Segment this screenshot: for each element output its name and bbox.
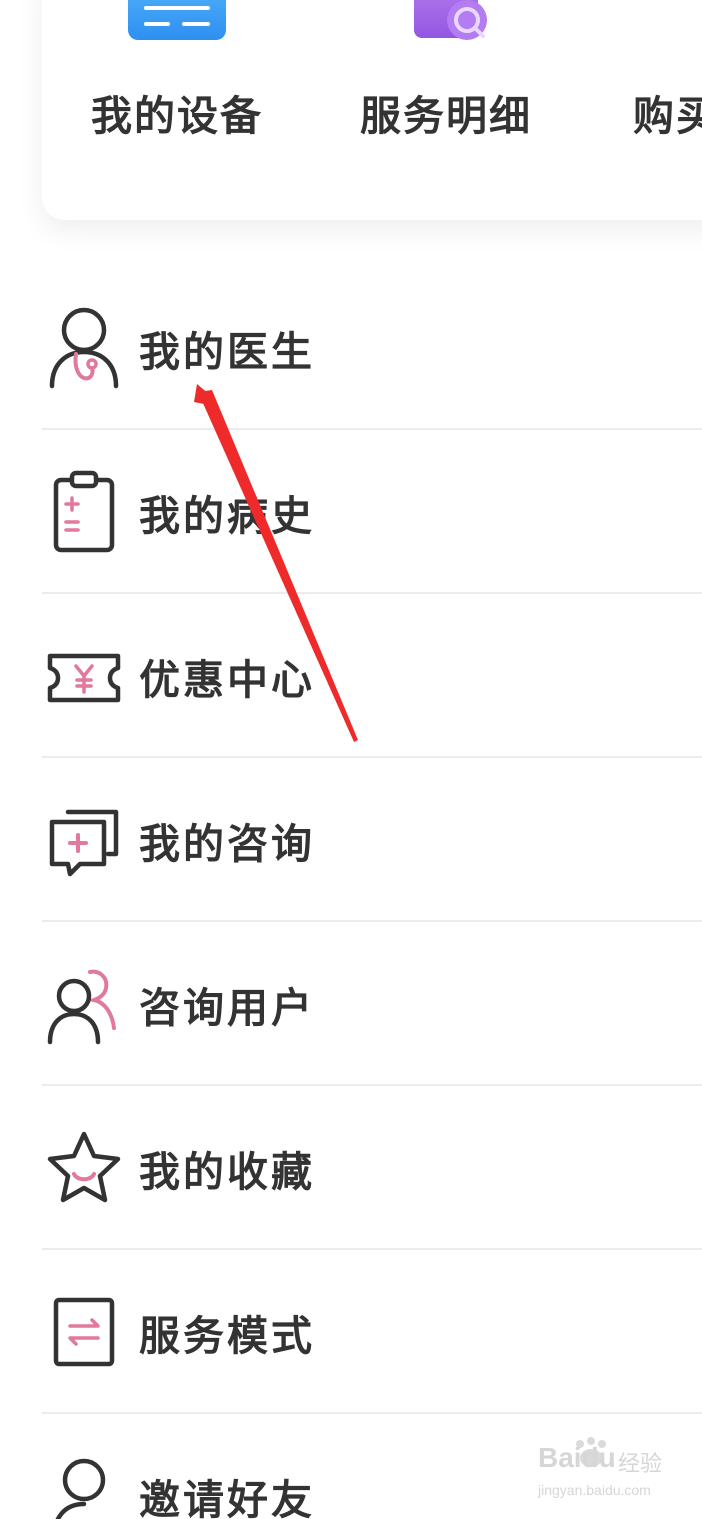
watermark-cn: 经验 <box>618 1452 663 1477</box>
watermark-url: jingyan.baidu.com <box>538 1482 651 1498</box>
menu-item-label: 我的收藏 <box>139 1148 315 1196</box>
alert-icon <box>660 0 702 54</box>
switch-mode-icon <box>53 1297 115 1367</box>
star-icon <box>47 1131 121 1203</box>
shortcut-label: 购买 <box>633 92 702 140</box>
menu-item-label: 我的病史 <box>139 492 315 540</box>
menu-item-label: 咨询用户 <box>139 984 315 1032</box>
document-search-icon <box>414 0 487 40</box>
invite-user-icon <box>55 1458 106 1519</box>
watermark-brand: Baidu <box>538 1442 616 1473</box>
menu-item-consult-users[interactable]: 咨询用户 <box>42 922 702 1086</box>
menu-item-label: 我的医生 <box>139 328 315 376</box>
shortcut-label: 服务明细 <box>360 92 532 140</box>
device-monitor-icon <box>128 0 226 40</box>
menu-item-medical-history[interactable]: 我的病史 <box>42 430 702 594</box>
menu-item-label: 我的咨询 <box>139 820 315 868</box>
menu-item-my-doctor[interactable]: 我的医生 <box>42 266 702 430</box>
shortcut-card: 我的设备 服务明细 购买 <box>42 0 702 220</box>
my-profile-page: 我的设备 服务明细 购买 我的医生 我的病史 优惠中心 我的咨询 咨询用户 我的… <box>0 0 702 1519</box>
shortcut-my-device[interactable]: 我的设备 <box>67 0 287 190</box>
clipboard-icon <box>53 470 115 553</box>
menu-item-label: 邀请好友 <box>139 1476 315 1519</box>
baidu-jingyan-watermark: Baidu 经验 jingyan.baidu.com <box>538 1437 668 1506</box>
doctor-icon <box>49 307 119 389</box>
consult-chat-icon <box>49 809 119 877</box>
menu-list: 我的医生 我的病史 优惠中心 我的咨询 咨询用户 我的收藏 服务模式 邀请好友 <box>42 266 702 1519</box>
shortcut-purchase[interactable]: 购买 <box>605 0 702 190</box>
shortcut-service-detail[interactable]: 服务明细 <box>336 0 556 190</box>
menu-item-service-mode[interactable]: 服务模式 <box>42 1250 702 1414</box>
menu-item-coupon-center[interactable]: 优惠中心 <box>42 594 702 758</box>
shortcut-label: 我的设备 <box>91 92 263 140</box>
coupon-icon <box>47 653 121 703</box>
menu-item-label: 优惠中心 <box>139 656 315 704</box>
users-icon <box>47 969 116 1045</box>
menu-item-my-consult[interactable]: 我的咨询 <box>42 758 702 922</box>
menu-item-my-favorites[interactable]: 我的收藏 <box>42 1086 702 1250</box>
menu-item-label: 服务模式 <box>139 1312 315 1360</box>
